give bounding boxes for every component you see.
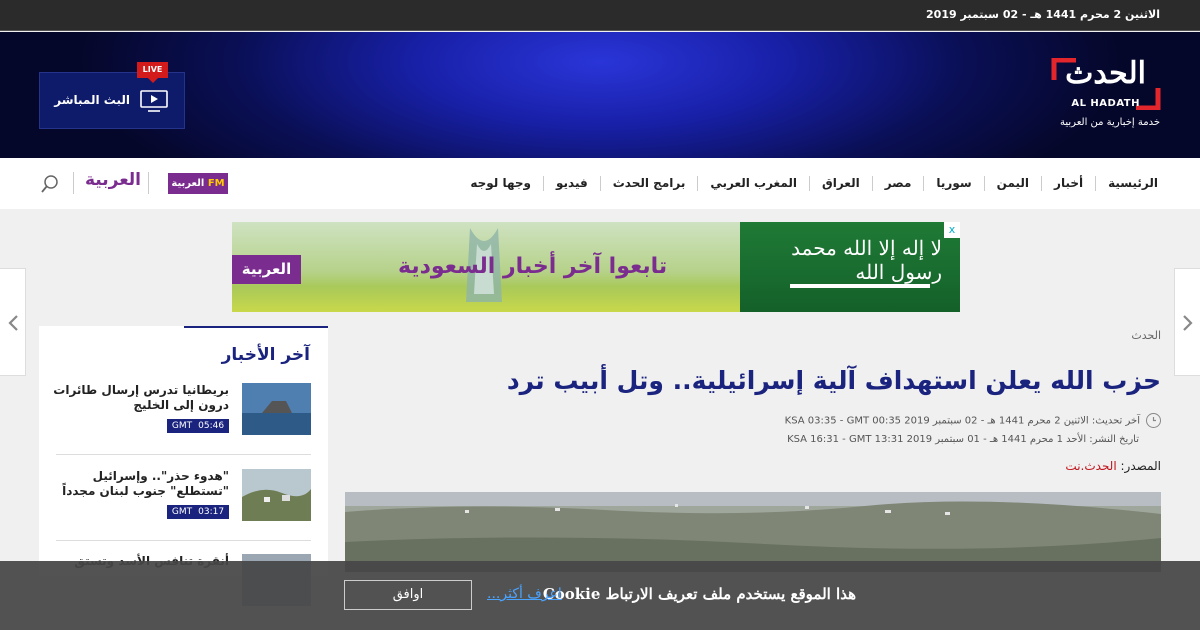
cookie-message: هذا الموقع يستخدم ملف تعريف الارتباط Coo…	[542, 585, 856, 603]
nav-item-yemen[interactable]: اليمن	[983, 176, 1041, 191]
nav-item-programs[interactable]: برامج الحدث	[599, 176, 698, 191]
chevron-left-icon	[7, 315, 18, 331]
tv-play-icon	[140, 90, 168, 112]
search-icon[interactable]	[40, 174, 60, 194]
article-published: تاريخ النشر: الأحد 1 محرم 1441 هـ - 01 س…	[787, 434, 1139, 445]
news-time-tz: GMT	[171, 421, 193, 431]
list-item[interactable]: بريطانيا تدرس إرسال طائرات درون إلى الخل…	[53, 383, 311, 455]
saudi-flag-image: لا إله إلا الله محمد رسول الله	[740, 222, 960, 312]
ad-banner[interactable]: لا إله إلا الله محمد رسول الله تابعوا آخ…	[232, 222, 960, 312]
article-source: المصدر: الحدث.نت	[1065, 459, 1161, 473]
alarabiya-link[interactable]: العربية	[85, 170, 141, 190]
ad-close-icon[interactable]: x	[944, 222, 960, 238]
nav-item-home[interactable]: الرئيسية	[1095, 176, 1170, 191]
news-time: GMT 03:17	[167, 505, 229, 519]
ad-headline: تابعوا آخر أخبار السعودية	[398, 254, 668, 279]
nav-divider	[148, 172, 149, 194]
source-link[interactable]: الحدث.نت	[1065, 459, 1116, 473]
flag-sword	[790, 284, 930, 288]
source-label: المصدر:	[1120, 459, 1161, 473]
live-stream-label: البث المباشر	[54, 93, 130, 107]
latest-news-panel: آخر الأخبار بريطانيا تدرس إرسال طائرات د…	[39, 326, 328, 606]
latest-news-heading: آخر الأخبار	[221, 345, 310, 365]
news-time-value: 05:46	[198, 421, 225, 431]
ad-alarabiya-logo: العربية	[232, 255, 301, 284]
prev-article-arrow[interactable]	[0, 268, 26, 376]
news-time-tz: GMT	[171, 507, 193, 517]
site-header: الحدث AL HADATH خدمة إخبارية من العربية …	[0, 32, 1200, 158]
news-title: بريطانيا تدرس إرسال طائرات درون إلى الخل…	[53, 383, 229, 412]
nav-item-egypt[interactable]: مصر	[871, 176, 924, 191]
logo-word: الحدث	[1065, 56, 1146, 91]
flag-calligraphy: لا إله إلا الله محمد رسول الله	[791, 236, 942, 284]
news-title: "هدوء حذر".. وإسرائيل "تستطلع" جنوب لبنا…	[62, 469, 229, 498]
nav-item-face-to-face[interactable]: وجها لوجه	[458, 176, 543, 191]
panel-accent-line	[184, 326, 328, 328]
chevron-right-icon	[1182, 315, 1193, 331]
news-thumbnail	[242, 383, 311, 435]
nav-item-iraq[interactable]: العراق	[809, 176, 872, 191]
nav-item-syria[interactable]: سوريا	[923, 176, 983, 191]
news-time: GMT 05:46	[167, 419, 229, 433]
logo-latin: AL HADATH	[1071, 98, 1140, 109]
fm-suffix: FM	[207, 178, 225, 189]
breadcrumb[interactable]: الحدث	[1131, 329, 1161, 342]
article-photo	[345, 492, 1161, 572]
cookie-learn-more-link[interactable]: اعرف أكثر...	[487, 586, 562, 602]
nav-divider	[73, 172, 74, 194]
next-article-arrow[interactable]	[1174, 268, 1200, 376]
alhadath-logo[interactable]: الحدث AL HADATH خدمة إخبارية من العربية	[1042, 56, 1162, 136]
logo-tagline: خدمة إخبارية من العربية	[1060, 117, 1160, 128]
nav-item-news[interactable]: أخبار	[1041, 176, 1095, 191]
current-date: الاثنين 2 محرم 1441 هـ - 02 سبتمبر 2019	[926, 8, 1160, 21]
live-stream-button[interactable]: البث المباشر	[39, 72, 185, 129]
list-item[interactable]: "هدوء حذر".. وإسرائيل "تستطلع" جنوب لبنا…	[56, 469, 311, 541]
fm-word: العربية	[171, 178, 205, 189]
article-updated: آخر تحديث: الاثنين 2 محرم 1441 هـ - 02 س…	[785, 413, 1161, 428]
article-title: حزب الله يعلن استهداف آلية إسرائيلية.. و…	[506, 366, 1161, 395]
cookie-accept-button[interactable]: اوافق	[344, 580, 472, 610]
nav-item-video[interactable]: فيديو	[543, 176, 600, 191]
nav-item-maghreb[interactable]: المغرب العربي	[697, 176, 809, 191]
live-badge: LIVE	[137, 62, 168, 83]
alarabiya-fm-link[interactable]: FM العربية	[168, 173, 228, 194]
date-bar: الاثنين 2 محرم 1441 هـ - 02 سبتمبر 2019	[0, 0, 1200, 31]
clock-icon	[1146, 413, 1161, 428]
news-time-value: 03:17	[198, 507, 225, 517]
main-nav: الرئيسية أخبار اليمن سوريا مصر العراق ال…	[0, 158, 1200, 209]
cookie-consent-bar: هذا الموقع يستخدم ملف تعريف الارتباط Coo…	[0, 561, 1200, 630]
updated-text: آخر تحديث: الاثنين 2 محرم 1441 هـ - 02 س…	[784, 415, 1140, 427]
news-thumbnail	[242, 469, 311, 521]
